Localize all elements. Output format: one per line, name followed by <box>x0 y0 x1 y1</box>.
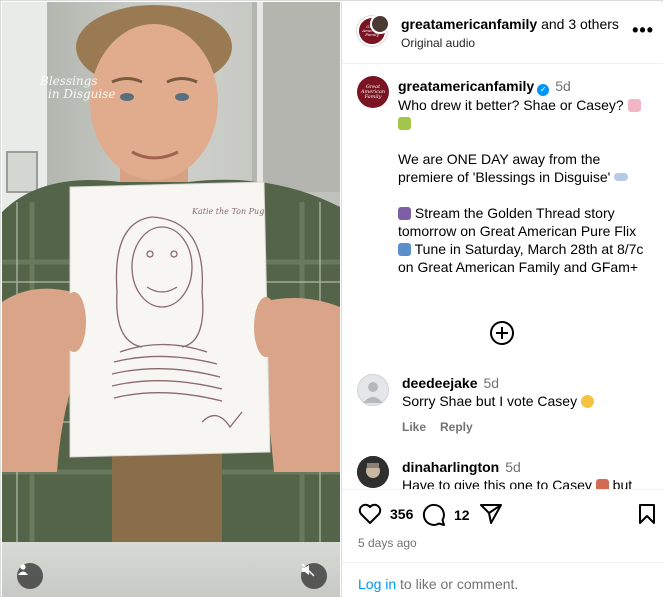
share-action <box>479 503 503 525</box>
audio-label[interactable]: Original audio <box>401 36 475 50</box>
collaborator-avatar[interactable] <box>370 14 390 34</box>
comment-item: deedeejake 5d Sorry Shae but I vote Casey… <box>342 370 663 440</box>
more-horizontal-icon[interactable]: ••• <box>632 20 654 41</box>
post-date[interactable]: 5 days ago <box>358 536 417 550</box>
comment-text-row: Have to give this one to Casey but <box>402 476 652 489</box>
comment-meta: Like Reply <box>402 420 487 434</box>
comment-like-button[interactable]: Like <box>402 420 426 434</box>
caption-username[interactable]: greatamericanfamily <box>398 78 534 94</box>
caption-age[interactable]: 5d <box>555 78 571 94</box>
comment-reply-button[interactable]: Reply <box>440 420 473 434</box>
plus-circle-icon[interactable] <box>489 320 515 346</box>
thread-emoji-icon <box>614 173 629 181</box>
comment-text-row: Sorry Shae but I vote Casey <box>402 392 652 410</box>
caption-line-4: Tune in Saturday, March 28th at 8/7c on … <box>398 241 644 275</box>
person-emoji-icon <box>595 479 609 489</box>
comment-body: deedeejake 5d <box>402 374 652 392</box>
caption-avatar-text: Great American Family <box>360 83 386 100</box>
like-count[interactable]: 356 <box>390 506 413 522</box>
speaker-muted-icon[interactable] <box>301 563 327 589</box>
grin-emoji-icon <box>580 395 594 408</box>
caption: greatamericanfamily ✓ 5d Who drew it bette… <box>398 77 654 276</box>
watermark-line-2: in Disguise <box>48 87 116 101</box>
show-watermark: Blessings in Disguise <box>40 75 116 101</box>
like-action: 356 <box>358 503 413 525</box>
save-action <box>638 503 656 525</box>
header-account-link[interactable]: greatamericanfamily <box>401 16 537 32</box>
comment-bubble-icon[interactable] <box>422 503 446 527</box>
login-prompt: Log in to like or comment. <box>342 562 663 597</box>
user-icon[interactable] <box>17 563 43 589</box>
comment-age[interactable]: 5d <box>505 459 521 475</box>
comment-item: dinaharlington 5d Have to give this one t… <box>342 454 663 489</box>
header-others-link[interactable]: and 3 others <box>537 16 619 32</box>
comment-username[interactable]: deedeejake <box>402 375 478 391</box>
commenter-avatar[interactable] <box>357 374 389 406</box>
comment-body: dinaharlington 5d <box>402 458 652 476</box>
post-details-pane: Great American Family greatamericanfamil… <box>341 2 663 597</box>
comments-scroll[interactable]: Great American Family greatamericanfamil… <box>342 64 663 489</box>
drawing-note: Katie the Ton Pug <box>191 207 264 216</box>
palette-emoji-icon <box>627 99 641 112</box>
login-rest: to like or comment. <box>396 576 519 592</box>
post-header: Great American Family greatamericanfamil… <box>342 2 663 64</box>
crayon-emoji-icon <box>398 117 411 130</box>
comment-action: 12 <box>422 503 470 527</box>
comment-age[interactable]: 5d <box>484 375 500 391</box>
comment-count[interactable]: 12 <box>454 507 470 523</box>
share-plane-icon[interactable] <box>479 503 503 525</box>
video-player[interactable]: Katie the Ton Pug Blessings in Disguise <box>2 2 340 597</box>
header-accounts: greatamericanfamily and 3 others <box>401 16 619 32</box>
comment-text: Have to give this one to Casey <box>402 477 592 489</box>
commenter-avatar[interactable] <box>357 456 389 488</box>
bookmark-icon[interactable] <box>638 503 656 525</box>
caption-line-1: Who drew it better? Shae or Casey? <box>398 97 624 113</box>
caption-avatar[interactable]: Great American Family <box>357 76 389 108</box>
post-dialog: Katie the Ton Pug Blessings in Disguise … <box>0 0 663 597</box>
post-actions: 356 12 5 days ago Log in to like or comm… <box>342 489 663 597</box>
tv-emoji-icon <box>398 243 411 256</box>
verified-badge-icon: ✓ <box>537 84 550 96</box>
caption-line-3: Stream the Golden Thread story tomorrow … <box>398 205 637 239</box>
comment-username[interactable]: dinaharlington <box>402 459 499 475</box>
comment-text: Sorry Shae but I vote Casey <box>402 393 578 409</box>
comment-text-trail: but <box>608 477 633 489</box>
clapper-emoji-icon <box>398 207 411 220</box>
heart-icon[interactable] <box>358 503 382 525</box>
login-link[interactable]: Log in <box>358 576 396 592</box>
caption-line-2: We are ONE DAY away from the premiere of… <box>398 151 611 185</box>
